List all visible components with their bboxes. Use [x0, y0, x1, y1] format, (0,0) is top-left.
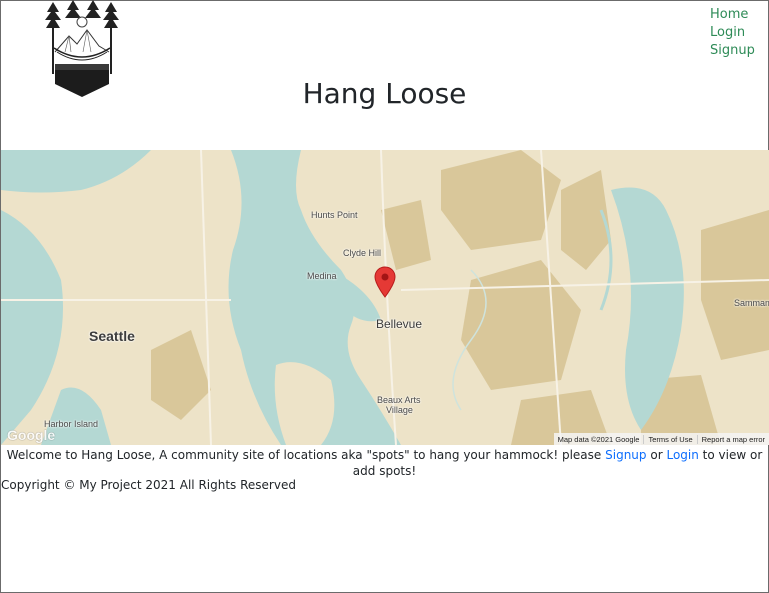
- welcome-signup-link[interactable]: Signup: [605, 448, 646, 462]
- report-map-error-link[interactable]: Report a map error: [696, 434, 769, 444]
- page-title: Hang Loose: [302, 77, 467, 110]
- terms-of-use-link[interactable]: Terms of Use: [643, 434, 696, 444]
- map-label-bellevue: Bellevue: [376, 317, 423, 331]
- map-view[interactable]: Hunts Point Clyde Hill Medina Seattle Be…: [1, 150, 769, 445]
- welcome-prefix: Welcome to Hang Loose, A community site …: [6, 448, 602, 462]
- map-label-clyde-hill: Clyde Hill: [343, 248, 382, 258]
- google-logo[interactable]: Google: [7, 427, 55, 443]
- nav-home-link[interactable]: Home: [710, 6, 755, 24]
- map-label-village: Village: [386, 405, 413, 415]
- map-attribution: Map data ©2021 Google Terms of Use Repor…: [553, 433, 769, 445]
- map-label-sammamish: Sammam: [734, 298, 769, 308]
- map-label-medina: Medina: [307, 271, 337, 281]
- map-label-beaux-arts: Beaux Arts: [377, 395, 421, 405]
- map-label-hunts-point: Hunts Point: [311, 210, 358, 220]
- map-data-text: Map data ©2021 Google: [557, 434, 640, 444]
- map-label-seattle: Seattle: [89, 328, 135, 344]
- welcome-text: Welcome to Hang Loose, A community site …: [0, 447, 769, 479]
- footer-copyright: Copyright © My Project 2021 All Rights R…: [1, 478, 296, 492]
- welcome-or: or: [650, 448, 663, 462]
- map-marker-icon[interactable]: [374, 266, 396, 298]
- top-nav: Home Login Signup: [710, 6, 755, 60]
- nav-signup-link[interactable]: Signup: [710, 42, 755, 60]
- welcome-login-link[interactable]: Login: [666, 448, 698, 462]
- nav-login-link[interactable]: Login: [710, 24, 755, 42]
